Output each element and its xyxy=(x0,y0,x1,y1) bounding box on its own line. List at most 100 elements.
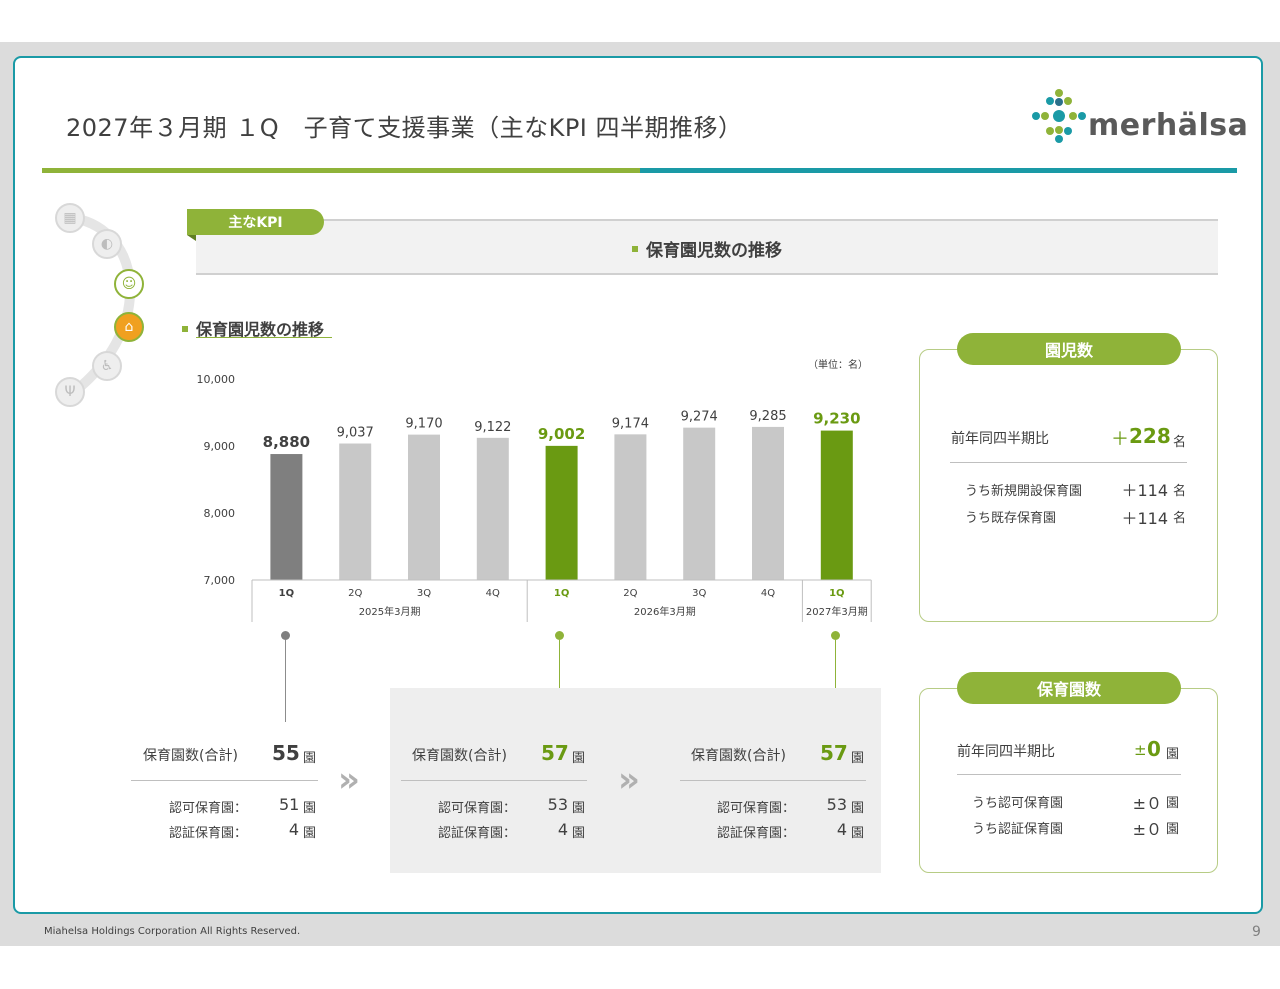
connector-dot-green xyxy=(831,631,840,640)
y-tick-label: 9,000 xyxy=(204,440,236,453)
snapshot-row-unit: 園 xyxy=(851,826,865,841)
title-rule-teal xyxy=(640,168,1237,173)
children-row-unit: 名 xyxy=(1173,484,1187,499)
bar xyxy=(408,434,440,580)
snapshot-row-label: 認可保育園： xyxy=(438,801,517,816)
snapshot-divider xyxy=(401,780,587,781)
bar-value-label: 9,037 xyxy=(337,426,374,441)
nurseries-row-value: ±０ xyxy=(1132,820,1162,839)
snapshot-row-value: 51 xyxy=(279,795,300,814)
children-yoy-sign: ＋ xyxy=(1111,429,1129,450)
snapshot-row-label: 認証保育園： xyxy=(169,826,248,841)
snapshot-row-label: 認証保育園： xyxy=(717,826,796,841)
children-row-label: うち新規開設保育園 xyxy=(965,484,1083,499)
x-tick-label: 1Q xyxy=(829,588,844,599)
x-tick-label: 1Q xyxy=(554,588,569,599)
nurseries-yoy-value: 0 xyxy=(1147,737,1161,761)
y-tick-label: 7,000 xyxy=(204,574,236,587)
snapshot-row-unit: 園 xyxy=(572,826,586,841)
nurseries-panel xyxy=(919,688,1218,873)
x-tick-label: 2Q xyxy=(623,588,637,599)
snapshot-total-label: 保育園数(合計) xyxy=(143,748,238,764)
x-tick-label: 3Q xyxy=(417,588,431,599)
nurseries-row-unit: 園 xyxy=(1166,796,1180,811)
bar xyxy=(545,445,578,580)
children-yoy-unit: 名 xyxy=(1173,435,1187,450)
x-tick-label: 1Q xyxy=(279,588,294,599)
footer-copyright: Miahelsa Holdings Corporation All Rights… xyxy=(44,926,301,937)
chevron-right-icon: » xyxy=(338,760,360,800)
bullet-square-icon xyxy=(182,325,188,332)
snapshot-row-value: 4 xyxy=(557,820,568,839)
merhalsa-logo-icon xyxy=(1032,89,1086,143)
bar-value-label: 9,122 xyxy=(474,420,511,435)
snapshot-divider xyxy=(131,780,318,781)
bar-value-label: 8,880 xyxy=(263,433,310,451)
page-title: 2027年３月期 １Q 子育て支援事業（主なKPI 四半期推移） xyxy=(66,114,743,142)
snapshot-row-unit: 園 xyxy=(572,801,586,816)
bullet-square-icon xyxy=(632,246,638,252)
snapshot-row-value: 53 xyxy=(826,795,847,814)
snapshot-row-value: 4 xyxy=(836,820,847,839)
snapshot-row-label: 認可保育園： xyxy=(169,801,248,816)
connector-dot-dark xyxy=(281,631,290,640)
snapshot-row-value: 4 xyxy=(288,820,299,839)
connector-line xyxy=(285,640,286,722)
x-tick-label: 4Q xyxy=(486,588,500,599)
nurseries-divider xyxy=(957,774,1181,775)
children-yoy-label: 前年同四半期比 xyxy=(951,431,1049,447)
kpi-tab-fold xyxy=(187,235,196,241)
bar-chart: 7,000 8,000 9,000 10,000 8,880 1Q 9,037 2Q 9,170… xyxy=(197,373,872,622)
x-tick-label: 2Q xyxy=(348,588,362,599)
bar xyxy=(820,430,853,580)
snapshot-total-unit: 園 xyxy=(851,751,865,766)
capsule-icon: ◐ xyxy=(92,229,122,259)
bar-value-label: 9,230 xyxy=(813,410,860,428)
bar xyxy=(752,426,784,580)
nurseries-yoy-sign: ± xyxy=(1134,741,1147,759)
x-tick-label: 3Q xyxy=(692,588,706,599)
kpi-tab: 主なKPI xyxy=(187,209,324,235)
bar-value-label: 9,170 xyxy=(405,417,442,432)
snapshot-row-label: 認可保育園： xyxy=(717,801,796,816)
title-rule-green xyxy=(42,168,640,173)
snapshot-total-value: 55 xyxy=(272,741,300,765)
connector-dot-green xyxy=(555,631,564,640)
section-underline xyxy=(196,337,332,338)
building-icon: ▦ xyxy=(55,203,85,233)
snapshot-divider xyxy=(680,780,866,781)
bar-value-label: 9,002 xyxy=(538,425,585,443)
snapshot-total-label: 保育園数(合計) xyxy=(691,748,786,764)
bar-value-label: 9,285 xyxy=(749,409,786,424)
nurseries-row-label: うち認可保育園 xyxy=(972,796,1064,811)
children-divider xyxy=(950,462,1187,463)
snapshot-total-value: 57 xyxy=(541,741,569,765)
snapshot-row-unit: 園 xyxy=(851,801,865,816)
snapshot-row-unit: 園 xyxy=(303,826,317,841)
nurseries-row-label: うち認証保育園 xyxy=(972,822,1064,837)
wheelchair-icon: ♿ xyxy=(92,351,122,381)
children-row-unit: 名 xyxy=(1173,511,1187,526)
page-number: 9 xyxy=(1252,924,1261,940)
chevron-right-icon: » xyxy=(618,760,640,800)
nurseries-yoy-label: 前年同四半期比 xyxy=(957,744,1055,760)
y-tick-label: 8,000 xyxy=(204,507,236,520)
banner-title: 保育園児数の推移 xyxy=(196,236,1218,261)
x-tick-label: 4Q xyxy=(761,588,775,599)
nurseries-row-unit: 園 xyxy=(1166,822,1180,837)
snapshot-total-unit: 園 xyxy=(572,751,586,766)
bar-value-label: 9,274 xyxy=(681,410,718,425)
bar xyxy=(476,437,509,580)
logo-text: merhälsa xyxy=(1088,108,1249,143)
snapshot-total-value: 57 xyxy=(820,741,848,765)
group-label: 2025年3月期 xyxy=(359,605,421,618)
children-yoy-value: 228 xyxy=(1129,424,1171,448)
bar-value-label: 9,174 xyxy=(612,416,649,431)
child-face-icon: ☺ xyxy=(114,269,144,299)
snapshot-total-unit: 園 xyxy=(303,751,317,766)
snapshot-row-label: 認証保育園： xyxy=(438,826,517,841)
y-tick-label: 10,000 xyxy=(197,373,236,386)
nursery-icon: ⌂ xyxy=(114,312,144,342)
children-row-value: ＋114 xyxy=(1121,509,1168,528)
cutlery-icon: Ψ xyxy=(55,377,85,407)
